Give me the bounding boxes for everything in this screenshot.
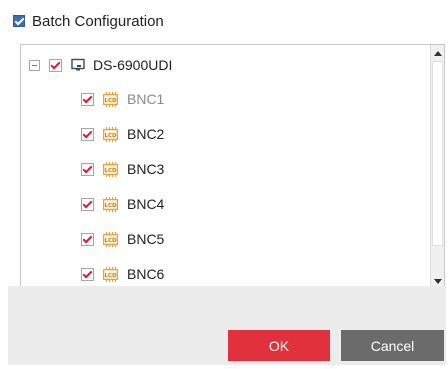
scroll-down-arrow-icon[interactable]: [434, 279, 442, 284]
collapse-icon[interactable]: [29, 59, 40, 71]
tree-root-row[interactable]: DS-6900UDI: [29, 54, 172, 76]
tree-item-row[interactable]: LCD BNC6: [81, 263, 164, 285]
item-label: BNC5: [127, 231, 165, 247]
scroll-up-arrow-icon[interactable]: [434, 51, 442, 56]
svg-text:LCD: LCD: [104, 132, 117, 138]
batch-configuration-row[interactable]: Batch Configuration: [8, 8, 164, 34]
lcd-chip-icon: LCD: [103, 91, 118, 107]
batch-configuration-checkbox[interactable]: [13, 15, 25, 27]
tree-item-row[interactable]: LCD BNC2: [81, 123, 164, 145]
tree-item-row[interactable]: LCD BNC1: [81, 88, 164, 110]
lcd-chip-icon: LCD: [103, 161, 118, 177]
tree-item-row[interactable]: LCD BNC4: [81, 193, 164, 215]
item-checkbox[interactable]: [81, 232, 94, 246]
item-checkbox[interactable]: [81, 267, 94, 281]
tree-item-row[interactable]: LCD BNC5: [81, 228, 164, 250]
monitor-device-icon: [71, 58, 85, 71]
lcd-chip-icon: LCD: [103, 196, 118, 212]
svg-text:LCD: LCD: [104, 202, 117, 208]
svg-text:LCD: LCD: [104, 97, 117, 103]
item-label: BNC1: [127, 91, 165, 107]
vertical-scrollbar[interactable]: [430, 45, 444, 290]
item-label: BNC4: [127, 196, 165, 212]
batch-configuration-label: Batch Configuration: [32, 12, 164, 30]
batch-configuration-dialog: Batch Configuration DS-6900UDI LCD BNC1: [8, 5, 446, 365]
svg-text:LCD: LCD: [104, 167, 117, 173]
tree-item-row[interactable]: LCD BNC3: [81, 158, 164, 180]
item-label: BNC6: [127, 266, 165, 282]
dialog-footer: OK Cancel: [8, 286, 446, 365]
item-checkbox[interactable]: [81, 197, 94, 211]
ok-button[interactable]: OK: [228, 330, 330, 361]
item-label: BNC2: [127, 126, 165, 142]
cancel-button[interactable]: Cancel: [341, 330, 444, 361]
svg-text:LCD: LCD: [104, 272, 117, 278]
svg-text:LCD: LCD: [104, 237, 117, 243]
item-checkbox[interactable]: [81, 92, 94, 106]
lcd-chip-icon: LCD: [103, 231, 118, 247]
root-label: DS-6900UDI: [93, 57, 173, 73]
device-tree: DS-6900UDI LCD BNC1 LCD BNC2 LCD BNC3 LC…: [20, 44, 445, 291]
root-checkbox[interactable]: [49, 58, 62, 72]
item-checkbox[interactable]: [81, 162, 94, 176]
lcd-chip-icon: LCD: [103, 126, 118, 142]
scrollbar-thumb[interactable]: [432, 61, 443, 246]
item-label: BNC3: [127, 161, 165, 177]
lcd-chip-icon: LCD: [103, 266, 118, 282]
item-checkbox[interactable]: [81, 127, 94, 141]
